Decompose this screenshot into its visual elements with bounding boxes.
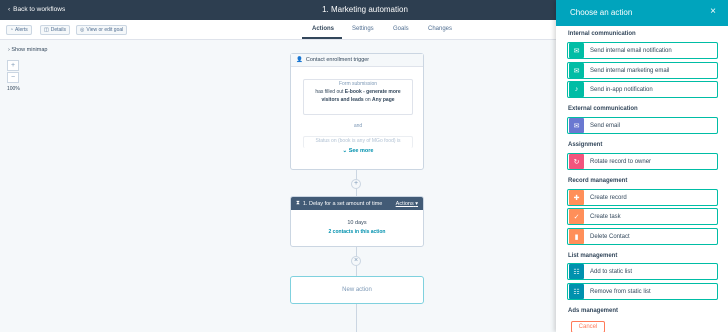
- trigger-title: Contact enrollment trigger: [305, 57, 370, 63]
- zoom-in-button[interactable]: +: [7, 60, 19, 71]
- condition-on: on: [365, 97, 371, 103]
- see-more-label: See more: [348, 148, 374, 154]
- action-send-in-app-notification[interactable]: ♪ Send in-app notification: [567, 81, 718, 98]
- action-rotate-record[interactable]: ↻ Rotate record to owner: [567, 153, 718, 170]
- section-assignment: Assignment: [568, 142, 603, 148]
- action-label: Create record: [590, 194, 627, 201]
- tab-goals[interactable]: Goals: [393, 26, 409, 32]
- condition-line-1: has filled out E-book - generate more: [304, 88, 412, 96]
- delay-duration: 10 days: [347, 220, 367, 226]
- tab-actions[interactable]: Actions: [312, 26, 334, 32]
- condition-form-name: E-book - generate more: [344, 89, 401, 95]
- condition-type: Form submission: [338, 81, 378, 87]
- action-send-email[interactable]: ✉ Send email: [567, 117, 718, 134]
- action-send-internal-email[interactable]: ✉ Send internal email notification: [567, 42, 718, 59]
- trigger-header: 👤 Contact enrollment trigger: [291, 54, 423, 67]
- actions-label: Actions: [395, 200, 414, 207]
- section-list-management: List management: [568, 253, 618, 259]
- list-icon: ☷: [569, 284, 584, 299]
- minimap-label: Show minimap: [11, 47, 48, 53]
- connector-line: [356, 304, 357, 332]
- trigger-condition[interactable]: Form submission has filled out E-book - …: [303, 79, 413, 115]
- see-more-link[interactable]: ⌄ See more: [291, 148, 425, 154]
- workflow-title[interactable]: 1. Marketing automation: [300, 5, 430, 14]
- list-icon: ☷: [569, 264, 584, 279]
- section-external-communication: External communication: [568, 106, 638, 112]
- action-create-task[interactable]: ✓ Create task: [567, 208, 718, 225]
- details-label: Details: [50, 27, 67, 33]
- action-create-record[interactable]: ✚ Create record: [567, 189, 718, 206]
- remove-action-button[interactable]: ×: [351, 256, 361, 266]
- condition-form-name-2: visitors and leads: [321, 97, 364, 103]
- active-tab-indicator: [302, 37, 342, 39]
- action-label: Create task: [590, 213, 621, 220]
- tab-changes[interactable]: Changes: [428, 26, 452, 32]
- condition-line-2: visitors and leads on Any page: [304, 96, 412, 104]
- mail-icon: ✉: [569, 118, 584, 133]
- rotate-icon: ↻: [569, 154, 584, 169]
- new-action-placeholder[interactable]: New action: [290, 276, 424, 304]
- action-label: Rotate record to owner: [590, 158, 652, 165]
- action-delete-contact[interactable]: ▮ Delete Contact: [567, 228, 718, 245]
- contacts-in-action-link[interactable]: 2 contacts in this action: [291, 229, 423, 235]
- target-icon: ◎: [80, 27, 85, 33]
- chevron-down-icon: ⌄: [342, 148, 348, 154]
- goal-button[interactable]: ◎ View or edit goal: [76, 25, 128, 35]
- delay-title: 1. Delay for a set amount of time: [302, 200, 383, 207]
- section-record-management: Record management: [568, 178, 628, 184]
- action-label: Send email: [590, 122, 621, 129]
- section-ads-management: Ads management: [568, 308, 619, 314]
- action-remove-from-static-list[interactable]: ☷ Remove from static list: [567, 283, 718, 300]
- condition-page: Any page: [372, 97, 395, 103]
- caret-down-icon: ▾: [415, 200, 418, 207]
- mail-icon: ✉: [569, 63, 584, 78]
- section-internal-communication: Internal communication: [568, 31, 636, 37]
- chevron-left-icon: ‹: [8, 6, 11, 13]
- action-label: Send internal marketing email: [590, 67, 670, 74]
- goal-label: View or edit goal: [86, 27, 124, 33]
- toolbar: ◔ Alerts ◫ Details ◎ View or edit goal A…: [0, 20, 556, 40]
- back-label: Back to workflows: [13, 6, 66, 13]
- bell-icon: ♪: [569, 82, 584, 97]
- panel-title: Choose an action: [570, 8, 633, 17]
- condition-prefix: has filled out: [315, 89, 344, 95]
- enrollment-trigger-card[interactable]: 👤 Contact enrollment trigger Form submis…: [290, 53, 424, 170]
- alerts-label: Alerts: [15, 27, 28, 33]
- action-add-to-static-list[interactable]: ☷ Add to static list: [567, 263, 718, 280]
- hourglass-icon: ⧗: [296, 200, 300, 206]
- person-icon: 👤: [296, 57, 303, 63]
- and-separator: and: [353, 123, 363, 129]
- action-label: Send internal email notification: [590, 47, 672, 54]
- details-button[interactable]: ◫ Details: [40, 25, 71, 35]
- delay-header: ⧗ 1. Delay for a set amount of time Acti…: [291, 197, 423, 210]
- mail-icon: ✉: [569, 43, 584, 58]
- cancel-button[interactable]: Cancel: [571, 321, 605, 332]
- action-label: Delete Contact: [590, 233, 630, 240]
- action-label: Send in-app notification: [590, 86, 653, 93]
- chevron-right-icon: ›: [8, 47, 10, 53]
- actions-dropdown[interactable]: Actions ▾: [396, 201, 418, 207]
- zoom-out-button[interactable]: −: [7, 72, 19, 83]
- panel-header: Choose an action ×: [556, 0, 728, 26]
- delete-icon: ▮: [569, 229, 584, 244]
- bell-icon: ◔: [10, 27, 14, 33]
- show-minimap-toggle[interactable]: › Show minimap: [8, 47, 47, 53]
- info-icon: ◫: [44, 27, 49, 33]
- delay-action-card[interactable]: ⧗ 1. Delay for a set amount of time Acti…: [290, 196, 424, 247]
- alerts-button[interactable]: ◔ Alerts: [6, 25, 32, 35]
- record-icon: ✚: [569, 190, 584, 205]
- action-send-internal-marketing-email[interactable]: ✉ Send internal marketing email: [567, 62, 718, 79]
- action-label: Remove from static list: [590, 288, 651, 295]
- add-action-button[interactable]: +: [351, 179, 361, 189]
- action-label: Add to static list: [590, 268, 633, 275]
- trigger-condition-2: Status on (book is any of MGo food) is: [303, 136, 413, 148]
- back-to-workflows-link[interactable]: ‹ Back to workflows: [8, 6, 65, 13]
- task-icon: ✓: [569, 209, 584, 224]
- zoom-level: 100%: [7, 86, 20, 92]
- tab-settings[interactable]: Settings: [352, 26, 374, 32]
- close-icon[interactable]: ×: [710, 6, 716, 17]
